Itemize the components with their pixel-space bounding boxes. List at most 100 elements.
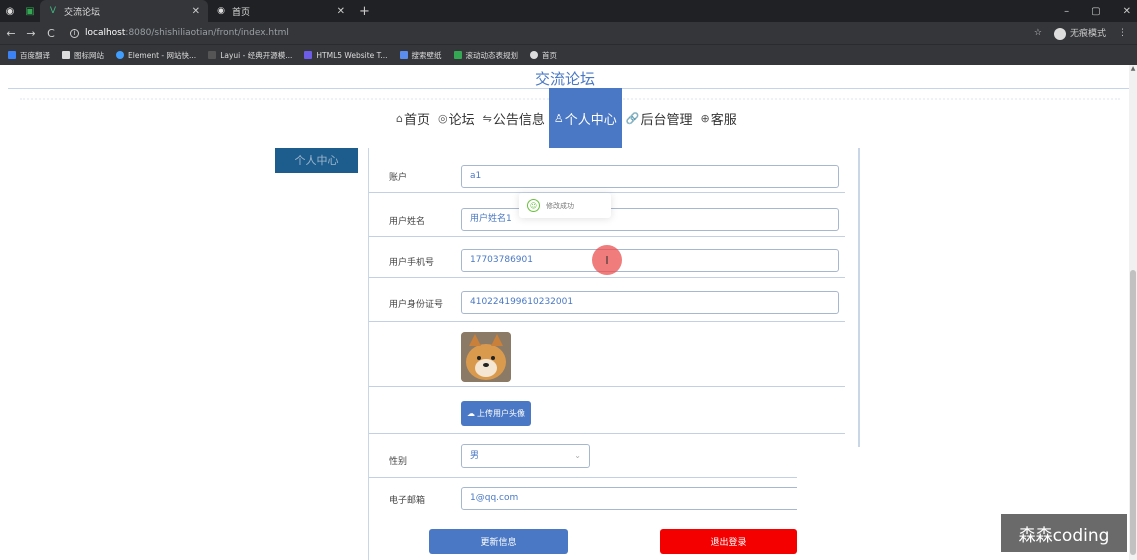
bookmarks-bar: 百度翻译 图标网站 Element - 网站快... Layui - 经典开源模…: [0, 44, 1137, 65]
watermark: 森森coding: [1001, 514, 1127, 552]
cursor-highlight: I: [592, 245, 622, 275]
layui-icon: [208, 51, 217, 59]
bookmark-label: Layui - 经典开源模...: [220, 50, 293, 60]
success-toast: ☺ 修改成功: [519, 193, 611, 218]
service-icon: ⊕: [700, 111, 710, 125]
notice-icon: ⇋: [482, 111, 492, 125]
gender-value: 男: [470, 451, 480, 461]
wallpaper-icon: [399, 51, 408, 59]
browser-address-bar: ← → C i localhost:8080/shishiliaotian/fr…: [0, 22, 1137, 44]
bookmark-item[interactable]: 图标网站: [62, 50, 104, 61]
star-icon[interactable]: ☆: [1034, 28, 1042, 38]
text-cursor-icon: I: [605, 253, 609, 267]
bookmark-item[interactable]: 百度翻译: [8, 50, 50, 61]
upload-avatar-button[interactable]: ☁ 上传用户头像: [461, 401, 531, 426]
scrollbar-thumb[interactable]: [1130, 270, 1136, 555]
main-nav: ⌂ 首页 ◎ 论坛 ⇋ 公告信息 ♙ 个人中心 🔗 后台管理 ⊕ 客服: [392, 88, 741, 148]
url-path: :8080/shishiliaotian/front/index.html: [125, 28, 289, 38]
bookmark-label: 图标网站: [74, 50, 104, 60]
profile-form: 账户 a1 用户姓名 用户姓名1 用户手机号 17703786901 用户身份证…: [368, 148, 860, 560]
forum-icon: ◎: [438, 111, 448, 125]
tab-group-icon[interactable]: ▣: [20, 0, 40, 22]
nav-forum[interactable]: ◎ 论坛: [434, 88, 479, 148]
chrome-menu-icon[interactable]: ◉: [0, 0, 20, 22]
nav-notice[interactable]: ⇋ 公告信息: [479, 88, 549, 148]
nav-profile[interactable]: ♙ 个人中心: [548, 88, 622, 148]
username-input[interactable]: 用户姓名1: [461, 208, 839, 231]
gender-select[interactable]: 男 ⌄: [461, 444, 590, 468]
bookmark-item[interactable]: Layui - 经典开源模...: [208, 50, 292, 61]
nav-service[interactable]: ⊕ 客服: [696, 88, 740, 148]
bookmark-label: 搜索壁纸: [411, 50, 442, 60]
globe-icon: ◉: [217, 6, 225, 16]
info-icon[interactable]: i: [70, 28, 79, 38]
globe-icon: [530, 51, 539, 59]
bookmark-item[interactable]: 搜索壁纸: [399, 50, 442, 61]
tab-home-label: 首页: [232, 7, 251, 18]
phone-label: 用户手机号: [389, 258, 435, 268]
reload-icon[interactable]: C: [42, 27, 60, 40]
id-card-input[interactable]: 410224199610232001: [461, 291, 839, 314]
html5-icon: [304, 51, 313, 59]
browser-tab-bar: ◉ ▣ V 交流论坛 ✕ ◉ 首页 ✕ + – ▢ ✕: [0, 0, 1137, 22]
phone-input[interactable]: 17703786901: [461, 249, 839, 272]
row-id-card: 用户身份证号 410224199610232001: [369, 278, 845, 322]
tab-forum[interactable]: V 交流论坛 ✕: [40, 0, 208, 22]
tab-forum-label: 交流论坛: [64, 7, 101, 18]
bookmark-item[interactable]: 滚动动态表规划: [453, 50, 519, 61]
email-input[interactable]: 1@qq.com: [461, 487, 839, 510]
cloud-upload-icon: ☁: [467, 409, 475, 418]
bookmark-label: Element - 网站快...: [128, 50, 197, 60]
back-icon[interactable]: ←: [2, 27, 20, 40]
user-icon: ♙: [553, 111, 564, 125]
page-scrollbar[interactable]: ▲: [1129, 65, 1137, 560]
account-label: 账户: [389, 173, 408, 183]
translate-icon: [8, 51, 16, 59]
nav-profile-label: 个人中心: [564, 112, 617, 128]
close-icon[interactable]: ✕: [192, 6, 200, 17]
maximize-icon[interactable]: ▢: [1091, 6, 1100, 17]
incognito-icon: [1053, 27, 1066, 40]
home-icon: ⌂: [396, 111, 403, 125]
url-field[interactable]: i localhost:8080/shishiliaotian/front/in…: [70, 28, 289, 38]
bookmark-label: 滚动动态表规划: [465, 50, 519, 60]
incognito-indicator[interactable]: 无痕模式: [1053, 26, 1106, 40]
bookmark-item[interactable]: HTML5 Website T...: [304, 51, 388, 60]
username-label: 用户姓名: [389, 217, 426, 227]
close-icon[interactable]: ✕: [337, 6, 345, 17]
update-info-button[interactable]: 更新信息: [429, 529, 568, 554]
new-tab-icon[interactable]: +: [359, 4, 370, 19]
minimize-icon[interactable]: –: [1064, 6, 1069, 17]
nav-forum-label: 论坛: [448, 112, 475, 128]
url-host: localhost: [85, 28, 126, 38]
email-label: 电子邮箱: [389, 496, 426, 506]
chevron-down-icon: ⌄: [574, 451, 581, 460]
nav-home[interactable]: ⌂ 首页: [392, 88, 434, 148]
more-menu-icon[interactable]: ⋮: [1118, 28, 1127, 38]
side-menu-profile[interactable]: 个人中心: [275, 148, 358, 173]
logout-button[interactable]: 退出登录: [660, 529, 797, 554]
element-icon: [116, 51, 124, 59]
incognito-label: 无痕模式: [1069, 29, 1106, 40]
address-bar-actions: ☆ 无痕模式 ⋮: [1034, 22, 1127, 44]
window-controls: – ▢ ✕: [1064, 0, 1131, 22]
page-content: 交流论坛 ⌂ 首页 ◎ 论坛 ⇋ 公告信息 ♙ 个人中心 🔗 后台管理 ⊕ 客服 个人中心 …: [0, 65, 1137, 560]
account-input[interactable]: a1: [461, 165, 839, 188]
scroll-up-icon[interactable]: ▲: [1129, 65, 1137, 72]
upload-avatar-label: 上传用户头像: [477, 409, 525, 418]
folder-icon: [62, 51, 70, 59]
user-avatar: [461, 332, 511, 382]
nav-admin[interactable]: 🔗 后台管理: [622, 88, 697, 148]
nav-admin-label: 后台管理: [640, 112, 693, 128]
success-icon: ☺: [527, 199, 540, 212]
link-icon: 🔗: [625, 111, 640, 125]
tab-home[interactable]: ◉ 首页 ✕: [208, 0, 353, 22]
bookmark-item[interactable]: Element - 网站快...: [116, 50, 196, 61]
bookmark-item[interactable]: 首页: [530, 50, 557, 61]
row-avatar: [369, 322, 845, 387]
forward-icon[interactable]: →: [22, 27, 40, 40]
close-window-icon[interactable]: ✕: [1123, 6, 1131, 17]
bookmark-label: 百度翻译: [20, 50, 50, 60]
nav-notice-label: 公告信息: [492, 112, 545, 128]
sheet-icon: [453, 51, 462, 59]
